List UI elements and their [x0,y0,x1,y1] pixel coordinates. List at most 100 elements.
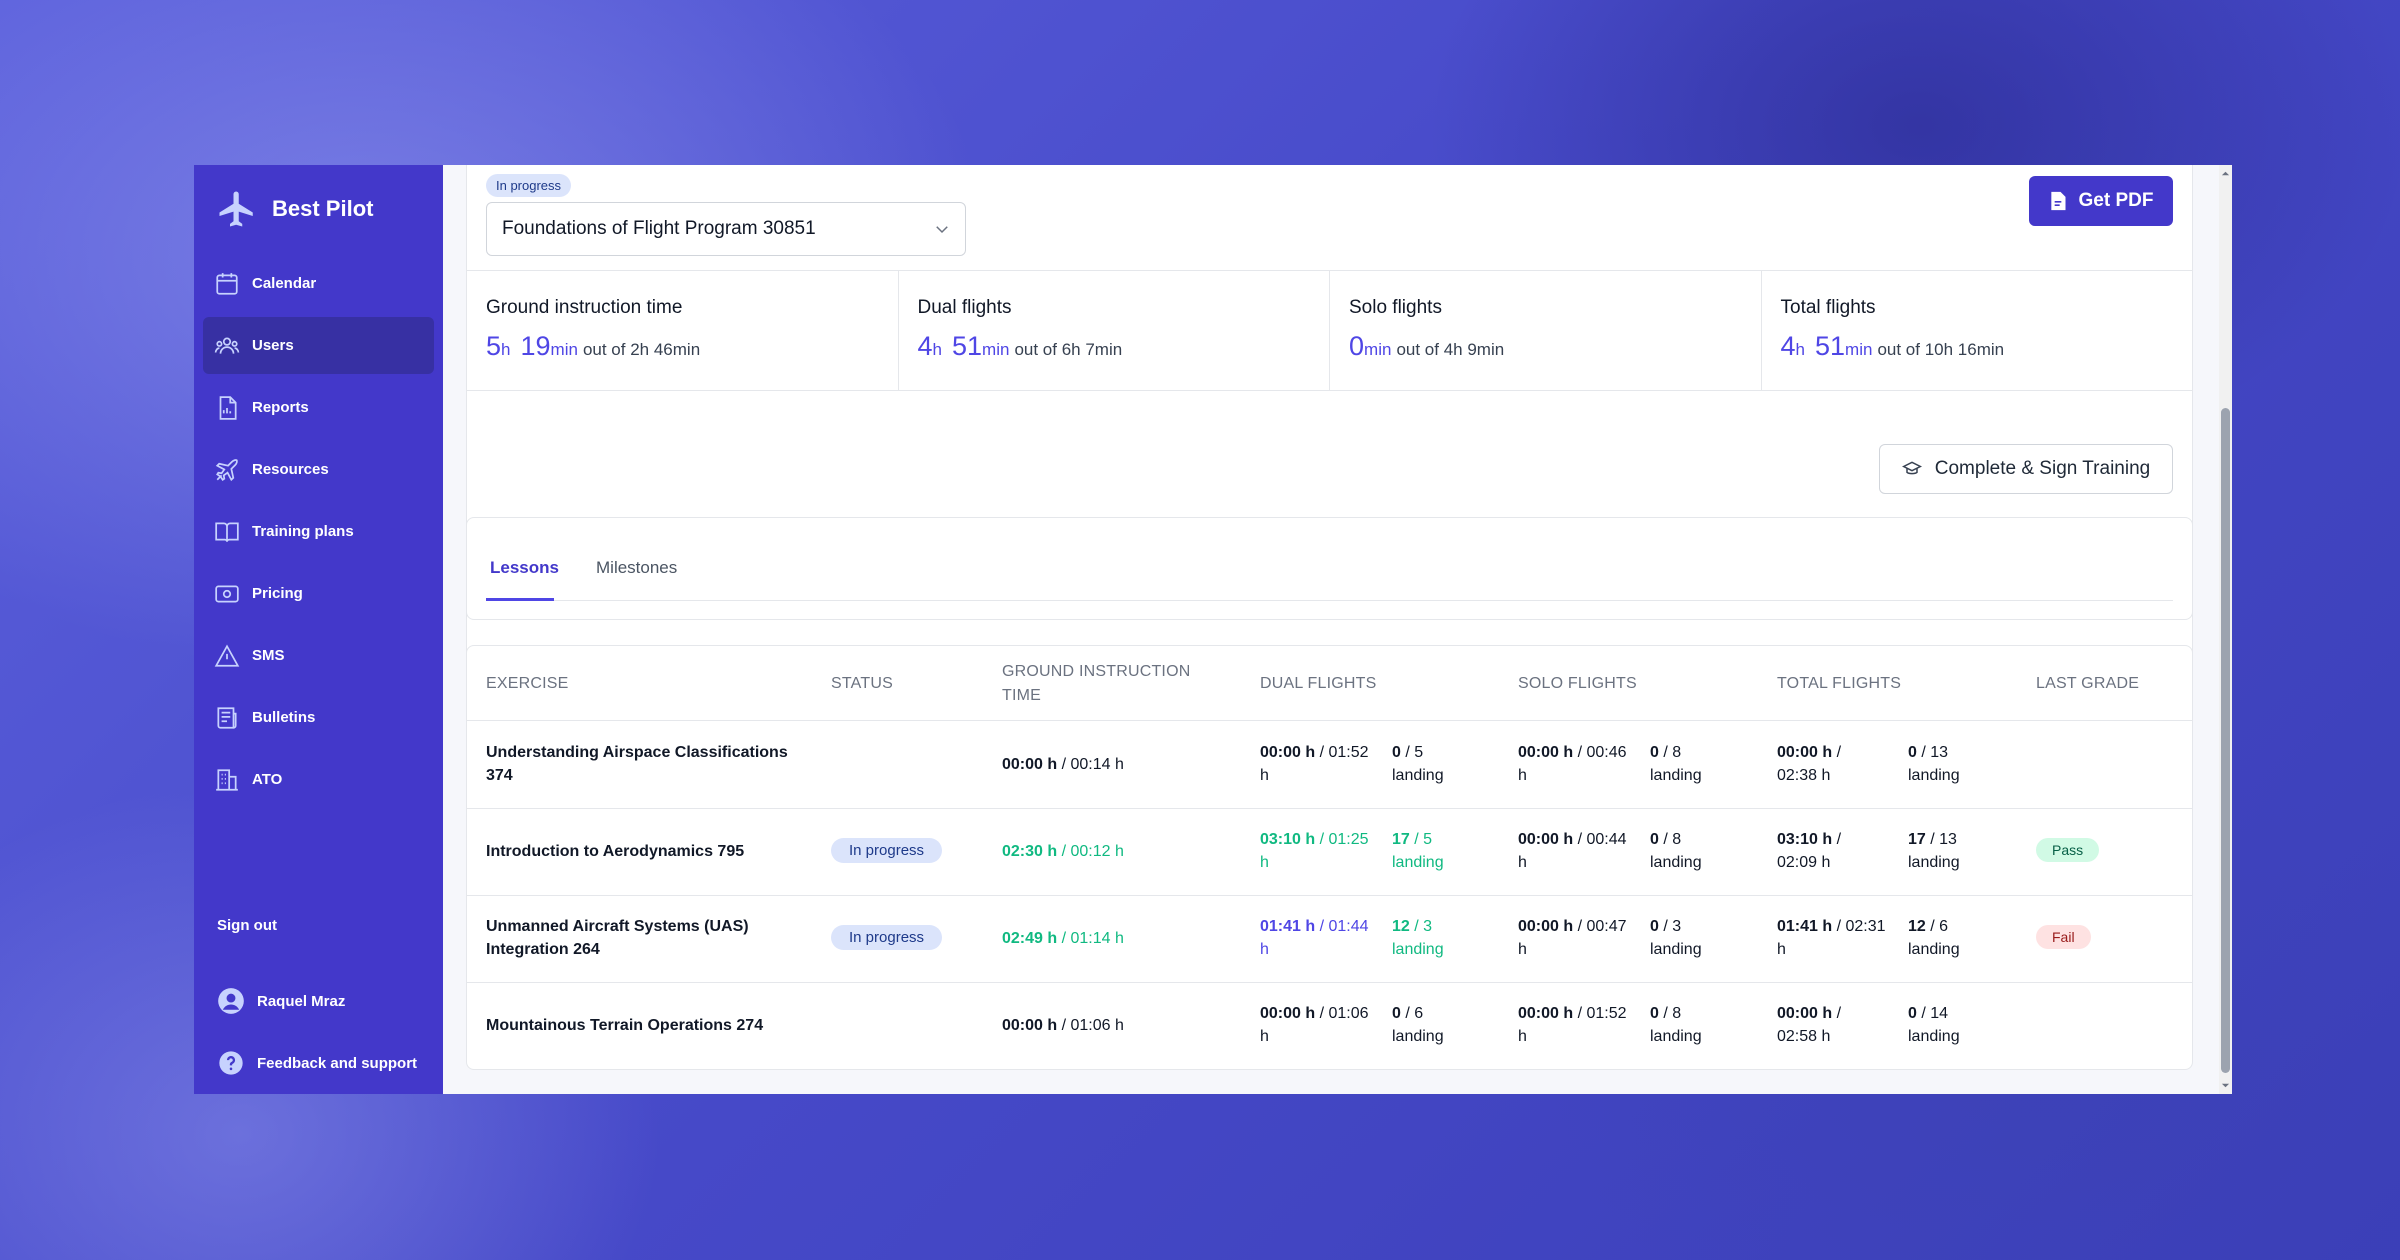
exercise-name[interactable]: Understanding Airspace Classifications 37… [486,741,806,787]
exercise-name[interactable]: Introduction to Aerodynamics 795 [486,840,806,863]
total-landings-required: / 13 [1925,831,1957,848]
dual-required: / 01:44 [1315,918,1369,935]
exercise-name[interactable]: Mountainous Terrain Operations 274 [486,1014,806,1037]
lessons-table: EXERCISE STATUS GROUND INSTRUCTION TIME D… [466,645,2193,1070]
scrollbar-thumb[interactable] [2221,408,2230,1073]
get-pdf-button[interactable]: Get PDF [2029,176,2173,226]
stat-label: Dual flights [917,297,1012,318]
book-icon [215,521,239,542]
sidebar-item-ato[interactable]: ATO [203,751,434,808]
stat-label: Ground instruction time [486,297,683,318]
sidebar: Best Pilot Calendar Users Reports Resour… [194,165,443,1094]
th-dual-flights[interactable]: DUAL FLIGHTS [1260,672,1377,696]
total-done: 00:00 h [1777,1005,1833,1022]
user-profile-link[interactable]: Raquel Mraz [194,970,443,1032]
sidebar-item-label: Pricing [252,585,303,602]
stat-hours: 4 [1780,331,1796,361]
solo-landings-required: / 8 [1658,1005,1682,1022]
pdf-file-icon [2050,191,2066,211]
stat-value: 4h 51min out of 10h 16min [1781,331,2193,362]
dual-landings-required: / 5 [1400,744,1424,761]
sidebar-item-users[interactable]: Users [203,317,434,374]
table-row[interactable]: Mountainous Terrain Operations 274 00:00… [467,982,2192,1070]
grade-badge: Fail [2036,925,2091,949]
stat-value: 5h 19min out of 2h 46min [486,331,898,362]
th-exercise[interactable]: EXERCISE [486,672,569,696]
dual-landings-done: 12 [1392,918,1410,935]
stat-out-of: out of 4h 9min [1396,340,1505,359]
dual-landing-label: landing [1392,854,1444,871]
th-total-flights[interactable]: TOTAL FLIGHTS [1777,672,1901,696]
table-row[interactable]: Unmanned Aircraft Systems (UAS) Integrati… [467,895,2192,983]
program-select[interactable]: Foundations of Flight Program 30851 [486,202,966,256]
th-last-grade[interactable]: LAST GRADE [2036,672,2139,696]
th-status[interactable]: STATUS [831,672,893,696]
exercise-name[interactable]: Unmanned Aircraft Systems (UAS) Integrati… [486,915,806,961]
total-landing-label: landing [1908,767,1960,784]
users-icon [214,337,240,354]
report-icon [219,395,237,420]
sidebar-item-label: Reports [252,399,309,416]
exercise-name-line1: Understanding Airspace Classifications [486,744,788,761]
brand[interactable]: Best Pilot [194,165,443,253]
ground-time-cell: 00:00 h / 01:06 h [1002,1014,1124,1037]
stat-hours: 4 [917,331,933,361]
feedback-label: Feedback and support [257,1054,418,1072]
th-solo-flights[interactable]: SOLO FLIGHTS [1518,672,1637,696]
solo-done: 00:00 h [1518,831,1574,848]
sidebar-item-resources[interactable]: Resources [203,441,434,498]
complete-sign-training-button[interactable]: Complete & Sign Training [1879,444,2173,494]
sidebar-item-calendar[interactable]: Calendar [203,255,434,312]
stat-label: Total flights [1780,297,1876,318]
total-landing-label: landing [1908,854,1960,871]
dual-time-cell: 00:00 h / 01:06 h [1260,1002,1369,1048]
dual-time-cell: 00:00 h / 01:52 h [1260,741,1369,787]
solo-time-cell: 00:00 h / 00:44 h [1518,828,1627,874]
tab-lessons[interactable]: Lessons [490,558,559,578]
sidebar-item-pricing[interactable]: Pricing [203,565,434,622]
chevron-down-icon [936,226,948,234]
dual-landings-required: / 6 [1400,1005,1424,1022]
sidebar-item-training-plans[interactable]: Training plans [203,503,434,560]
dual-required: / 01:52 [1315,744,1369,761]
solo-landing-label: landing [1650,767,1702,784]
grade-cell: Pass [2036,838,2100,862]
sidebar-item-sms[interactable]: SMS [203,627,434,684]
stat-total-flights: Total flights 4h 51min out of 10h 16min [1762,271,2193,390]
graduation-cap-icon [1901,461,1922,475]
solo-landings-done: 0 [1650,744,1659,761]
status-cell: In progress [831,925,943,950]
table-row[interactable]: Understanding Airspace Classifications 37… [467,721,2192,809]
sidebar-item-reports[interactable]: Reports [203,379,434,436]
total-landings-done: 12 [1908,918,1926,935]
solo-done: 00:00 h [1518,1005,1574,1022]
total-done: 01:41 h [1777,918,1833,935]
program-select-value: Foundations of Flight Program 30851 [502,218,816,239]
sign-out-link[interactable]: Sign out [194,900,443,950]
plane-logo-icon [219,191,253,227]
scroll-down-arrow-icon[interactable] [2221,1081,2230,1090]
stat-out-of: out of 10h 16min [1877,340,2005,359]
stat-minutes-unit: min [550,340,578,359]
vertical-scrollbar[interactable] [2219,165,2232,1094]
solo-unit: h [1518,941,1527,958]
sidebar-item-bulletins[interactable]: Bulletins [203,689,434,746]
solo-required: / 00:44 [1573,831,1627,848]
program-status-badge: In progress [486,174,572,197]
stat-label: Solo flights [1349,297,1442,318]
dual-landings-done: 0 [1392,1005,1401,1022]
tab-milestones[interactable]: Milestones [596,558,677,578]
complete-sign-label: Complete & Sign Training [1934,458,2151,479]
calendar-icon [216,272,238,295]
ground-done: 00:00 h [1002,756,1058,773]
exercise-name-line2: Integration 264 [486,941,600,958]
total-required: 02:38 h [1777,767,1831,784]
total-required: 02:09 h [1777,854,1831,871]
th-ground-instruction[interactable]: GROUND INSTRUCTION TIME [1002,660,1190,708]
dual-landing-cell: 0 / 6 landing [1392,1002,1444,1048]
help-icon [219,1051,243,1075]
scroll-up-arrow-icon[interactable] [2221,169,2230,178]
feedback-link[interactable]: Feedback and support [194,1032,443,1094]
table-row[interactable]: Introduction to Aerodynamics 795 In prog… [467,808,2192,896]
exercise-name-line2: 374 [486,767,513,784]
